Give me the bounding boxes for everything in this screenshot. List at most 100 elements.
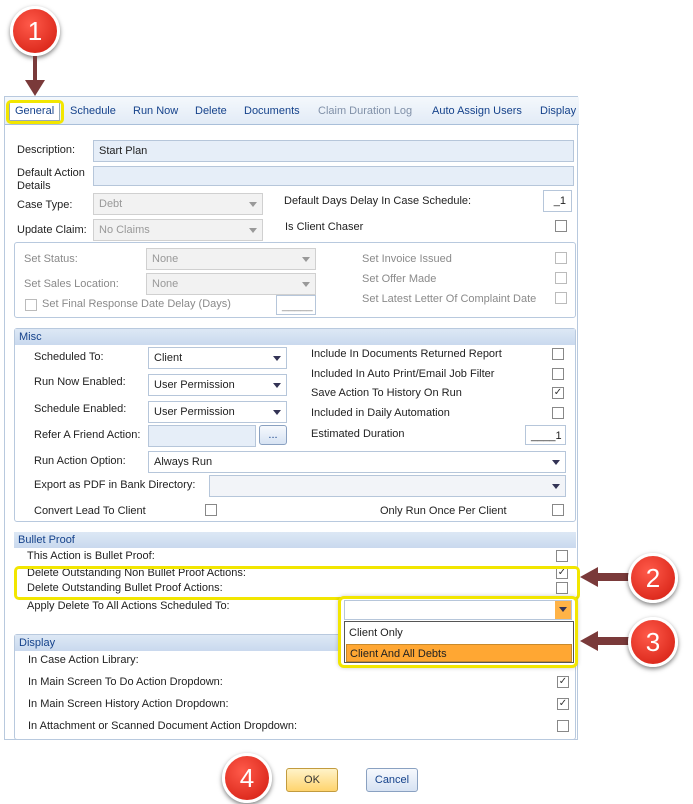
- update-claim-value: No Claims: [99, 224, 150, 236]
- case-type-label: Case Type:: [17, 199, 73, 211]
- chevron-down-icon: [249, 202, 257, 207]
- is-client-chaser-label: Is Client Chaser: [285, 221, 364, 233]
- export-pdf-label: Export as PDF in Bank Directory:: [34, 479, 196, 491]
- history-dropdown-label: In Main Screen History Action Dropdown:: [28, 698, 229, 710]
- dropdown-option-client-only[interactable]: Client Only: [345, 624, 573, 642]
- chevron-down-icon: [302, 282, 310, 287]
- default-days-delay-label: Default Days Delay In Case Schedule:: [284, 195, 472, 207]
- chevron-down-icon: [552, 484, 560, 489]
- run-action-option-value: Always Run: [154, 456, 213, 468]
- set-invoice-issued-checkbox[interactable]: [555, 252, 567, 264]
- chevron-down-icon: [302, 257, 310, 262]
- is-client-chaser-checkbox[interactable]: [555, 220, 567, 232]
- set-final-response-checkbox[interactable]: [25, 299, 37, 311]
- callout-2-arrow-icon: [580, 567, 632, 587]
- callout-3-arrow-icon: [580, 631, 632, 651]
- todo-dropdown-label: In Main Screen To Do Action Dropdown:: [28, 676, 223, 688]
- tab-run-now[interactable]: Run Now: [133, 105, 178, 117]
- set-status-select[interactable]: None: [146, 248, 316, 270]
- tab-claim-duration-log[interactable]: Claim Duration Log: [318, 105, 412, 117]
- set-status-label: Set Status:: [24, 253, 78, 265]
- convert-lead-checkbox[interactable]: [205, 504, 217, 516]
- tab-bar: General Schedule Run Now Delete Document…: [5, 97, 579, 125]
- history-dropdown-checkbox[interactable]: ✓: [557, 698, 569, 710]
- update-claim-label: Update Claim:: [17, 224, 87, 236]
- dropdown-option-client-and-all-debts[interactable]: Client And All Debts: [346, 644, 572, 662]
- attachment-dropdown-checkbox[interactable]: [557, 720, 569, 732]
- set-final-response-input[interactable]: _____: [276, 295, 316, 315]
- estimated-duration-label: Estimated Duration: [311, 428, 405, 440]
- scheduled-to-select[interactable]: Client: [148, 347, 287, 369]
- tab-delete[interactable]: Delete: [195, 105, 227, 117]
- ok-button[interactable]: OK: [286, 768, 338, 792]
- callout-1-badge: 1: [10, 6, 60, 56]
- set-offer-made-checkbox[interactable]: [555, 272, 567, 284]
- estimated-duration-input[interactable]: ____1: [525, 425, 566, 445]
- default-action-details-input[interactable]: [93, 166, 574, 186]
- save-action-history-label: Save Action To History On Run: [311, 387, 462, 399]
- chevron-down-icon: [273, 356, 281, 361]
- callout-2-highlight: [14, 566, 580, 600]
- apply-delete-select[interactable]: [344, 600, 572, 620]
- apply-delete-label: Apply Delete To All Actions Scheduled To…: [27, 600, 230, 612]
- include-docs-returned-label: Include In Documents Returned Report: [311, 348, 502, 360]
- bullet-proof-group-title: Bullet Proof: [14, 532, 576, 548]
- run-action-option-label: Run Action Option:: [34, 455, 126, 467]
- included-daily-auto-checkbox[interactable]: [552, 407, 564, 419]
- apply-delete-dropdown-list: Client Only Client And All Debts: [344, 621, 574, 663]
- callout-3-badge: 3: [628, 617, 678, 667]
- tab-display[interactable]: Display: [540, 105, 576, 117]
- callout-2-badge: 2: [628, 553, 678, 603]
- export-pdf-select[interactable]: [209, 475, 566, 497]
- case-type-value: Debt: [99, 198, 123, 210]
- save-action-history-checkbox[interactable]: ✓: [552, 387, 564, 399]
- included-auto-print-checkbox[interactable]: [552, 368, 564, 380]
- only-run-once-checkbox[interactable]: [552, 504, 564, 516]
- chevron-down-icon: [552, 460, 560, 465]
- default-days-delay-input[interactable]: _1: [543, 190, 572, 212]
- set-sales-location-select[interactable]: None: [146, 273, 316, 295]
- misc-group-title: Misc: [15, 329, 575, 345]
- case-type-select[interactable]: Debt: [93, 193, 263, 215]
- set-invoice-issued-label: Set Invoice Issued: [362, 253, 452, 265]
- case-library-label: In Case Action Library:: [28, 654, 139, 666]
- run-now-enabled-label: Run Now Enabled:: [34, 376, 126, 388]
- dropdown-button[interactable]: [555, 601, 571, 619]
- run-now-enabled-value: User Permission: [154, 379, 235, 391]
- set-sales-location-label: Set Sales Location:: [24, 278, 119, 290]
- scheduled-to-value: Client: [154, 352, 183, 364]
- included-auto-print-label: Included In Auto Print/Email Job Filter: [311, 368, 495, 380]
- refer-friend-input[interactable]: [148, 425, 256, 447]
- set-offer-made-label: Set Offer Made: [362, 273, 437, 285]
- description-input[interactable]: Start Plan: [93, 140, 574, 162]
- attachment-dropdown-label: In Attachment or Scanned Document Action…: [28, 720, 298, 732]
- tab-auto-assign-users[interactable]: Auto Assign Users: [432, 105, 522, 117]
- refer-friend-label: Refer A Friend Action:: [34, 429, 141, 441]
- set-latest-letter-checkbox[interactable]: [555, 292, 567, 304]
- run-action-option-select[interactable]: Always Run: [148, 451, 566, 473]
- set-final-response-label: Set Final Response Date Delay (Days): [42, 298, 231, 310]
- chevron-down-icon: [273, 410, 281, 415]
- run-now-enabled-select[interactable]: User Permission: [148, 374, 287, 396]
- refer-friend-browse-button[interactable]: ...: [259, 425, 287, 445]
- cancel-button[interactable]: Cancel: [366, 768, 418, 792]
- chevron-down-icon: [273, 383, 281, 388]
- include-docs-returned-checkbox[interactable]: [552, 348, 564, 360]
- set-sales-location-value: None: [152, 278, 179, 290]
- included-daily-auto-label: Included in Daily Automation: [311, 407, 450, 419]
- update-claim-select[interactable]: No Claims: [93, 219, 263, 241]
- misc-group: Misc Scheduled To: Client Run Now Enable…: [14, 328, 576, 522]
- this-action-bullet-proof-checkbox[interactable]: [556, 550, 568, 562]
- todo-dropdown-checkbox[interactable]: ✓: [557, 676, 569, 688]
- set-latest-letter-label: Set Latest Letter Of Complaint Date: [362, 293, 537, 305]
- callout-1-arrow-icon: [25, 56, 45, 96]
- callout-4-badge: 4: [222, 753, 272, 803]
- tab-schedule[interactable]: Schedule: [70, 105, 116, 117]
- description-label: Description:: [17, 144, 76, 156]
- tab-documents[interactable]: Documents: [244, 105, 300, 117]
- schedule-enabled-select[interactable]: User Permission: [148, 401, 287, 423]
- schedule-enabled-label: Schedule Enabled:: [34, 403, 127, 415]
- only-run-once-label: Only Run Once Per Client: [380, 505, 507, 517]
- convert-lead-label: Convert Lead To Client: [34, 505, 146, 517]
- chevron-down-icon: [559, 607, 567, 612]
